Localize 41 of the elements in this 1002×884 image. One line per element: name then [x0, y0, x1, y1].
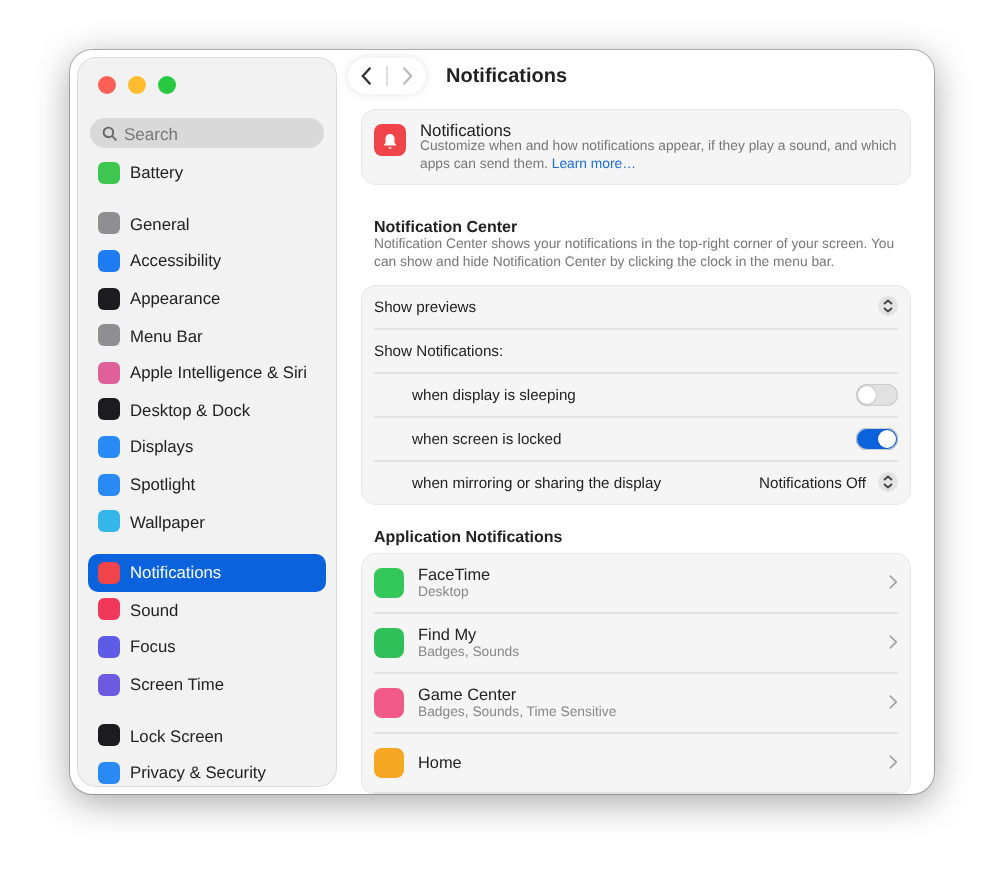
zoom-button[interactable] — [158, 76, 176, 94]
sidebar-item[interactable]: Accessibility — [88, 242, 326, 280]
sidebar-item[interactable]: Spotlight — [88, 465, 326, 503]
toggle-switch[interactable] — [856, 427, 898, 449]
sidebar-item[interactable]: Battery — [88, 154, 326, 192]
toggle-switch[interactable] — [856, 383, 898, 405]
sidebar-item[interactable]: General — [88, 205, 326, 243]
app-row[interactable]: Home — [374, 733, 898, 793]
search-icon — [102, 125, 118, 141]
app-name: Home — [418, 753, 464, 771]
sidebar-item[interactable]: Wallpaper — [88, 502, 326, 540]
sidebar-item[interactable]: Lock Screen — [88, 716, 326, 754]
close-button[interactable] — [98, 76, 116, 94]
sidebar-item[interactable]: Focus — [88, 628, 326, 666]
section-title: Notification Center — [374, 218, 520, 237]
sidebar-item[interactable]: Menu Bar — [88, 316, 326, 354]
chevron-icon — [888, 754, 898, 770]
section-title: Application Notifications — [374, 527, 565, 545]
intro-title: Notifications — [420, 120, 514, 140]
minimize-button[interactable] — [128, 76, 146, 94]
forward-icon[interactable] — [400, 66, 414, 86]
app-name: Game Center — [418, 685, 519, 703]
sidebar-item[interactable]: Privacy & Security — [88, 753, 326, 786]
stepper-icon[interactable] — [878, 472, 898, 492]
back-icon[interactable] — [360, 66, 374, 86]
sidebar-item[interactable]: Apple Intelligence & Siri — [88, 353, 326, 392]
chevron-icon — [888, 694, 898, 710]
sidebar-item[interactable]: Desktop & Dock — [88, 391, 326, 429]
stepper-icon[interactable] — [878, 296, 898, 316]
sidebar-item[interactable]: Screen Time — [88, 665, 326, 703]
app-name: Find My — [418, 625, 479, 643]
sidebar-item[interactable]: Notifications — [88, 553, 326, 592]
sidebar-item[interactable]: Sound — [88, 591, 326, 629]
search-field[interactable]: Search — [90, 118, 324, 148]
sidebar-item[interactable]: Displays — [88, 428, 326, 466]
bell-icon — [374, 124, 406, 156]
app-name: FaceTime — [418, 565, 493, 583]
sidebar-item[interactable]: Appearance — [88, 279, 326, 317]
window-title: Notifications — [446, 65, 568, 87]
chevron-icon — [888, 634, 898, 650]
chevron-icon — [888, 574, 898, 590]
